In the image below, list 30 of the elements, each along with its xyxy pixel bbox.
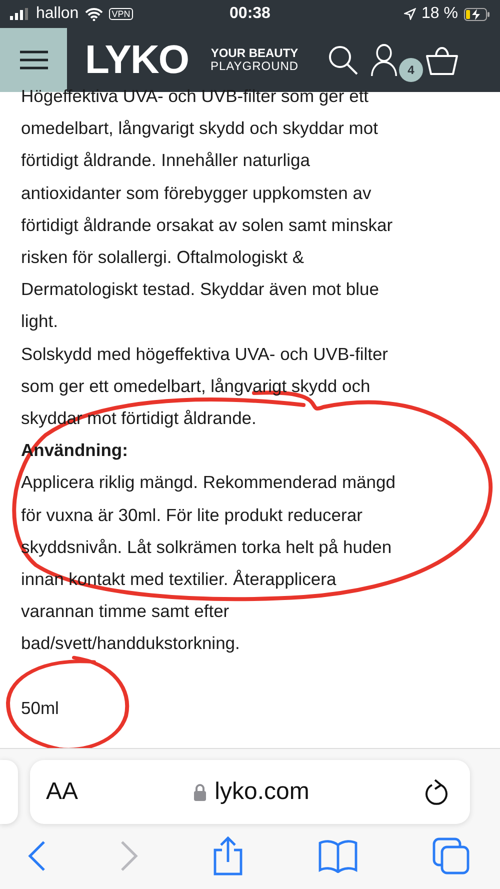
body-text: 50ml bbox=[21, 696, 59, 720]
body-text: Högeffektiva UVA- och UVB-filter som ger ett omedelbart, långvarigt skydd och skyddar mot förtidigt åldrande. Innehåller naturliga antioxidanter som förebygger uppkomsten av förtidigt åldrande orsakat av solen samt minskar risken för solallergi. Oftalmologiskt & Dermatologiskt testad. Skyddar även mot blue light. bbox=[21, 85, 393, 334]
address-bar[interactable]: AA lyko.com bbox=[30, 760, 470, 824]
lock-icon bbox=[192, 783, 207, 801]
battery-charging-icon bbox=[464, 8, 490, 20]
shopping-bag-icon bbox=[424, 44, 459, 76]
tabs-icon[interactable] bbox=[432, 837, 470, 875]
clock: 00:38 bbox=[230, 5, 270, 23]
text-size-button[interactable]: AA bbox=[46, 778, 78, 806]
reload-icon[interactable] bbox=[424, 778, 450, 806]
count-badge: 4 bbox=[399, 58, 423, 82]
menu-icon bbox=[18, 50, 48, 70]
location-icon bbox=[404, 8, 416, 20]
back-icon[interactable] bbox=[28, 840, 46, 872]
vpn-badge: VPN bbox=[108, 8, 134, 20]
battery-percent: 18 % bbox=[422, 5, 458, 23]
tagline: PLAYGROUND bbox=[210, 60, 299, 73]
search-icon bbox=[326, 44, 359, 76]
account-button[interactable] bbox=[370, 43, 397, 77]
logo[interactable]: LYKO bbox=[85, 38, 188, 82]
search-button[interactable] bbox=[326, 44, 359, 76]
bookmarks-icon[interactable] bbox=[318, 839, 358, 873]
cart-button[interactable] bbox=[424, 44, 459, 76]
share-icon[interactable] bbox=[212, 836, 244, 876]
tagline: YOUR BEAUTY bbox=[210, 47, 298, 60]
person-icon bbox=[370, 43, 397, 77]
carrier-name: hallon bbox=[36, 5, 79, 23]
signal-icon bbox=[10, 8, 30, 20]
url-text: lyko.com bbox=[214, 778, 310, 806]
wifi-icon bbox=[84, 8, 103, 20]
